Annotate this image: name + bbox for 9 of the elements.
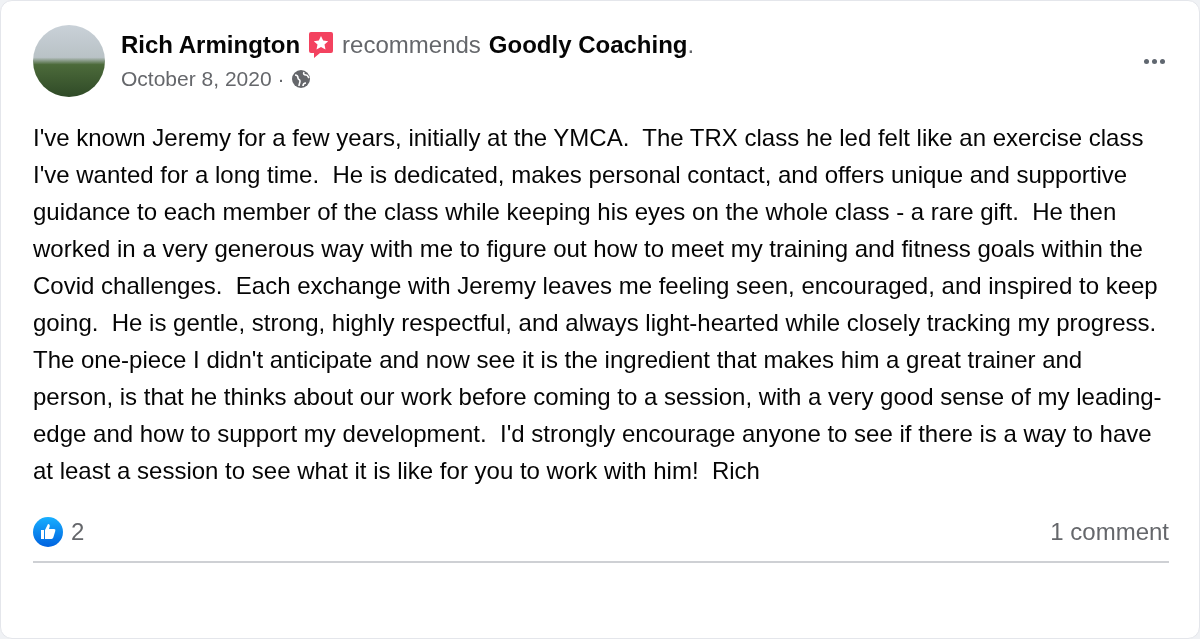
post-text: I've known Jeremy for a few years, initially at the YMCA. The TRX class he led felt like an exercise class I've wanted for a long time. He is dedicated, makes personal contact, and offers unique and supportive guidance to each member of the class while keeping his eyes on the whole class - a rare gift. He then worked in a very generous way with me to figure out how to meet my training and fitness goals within the Covid challenges. Each exchange with Jeremy leaves me feeling seen, encouraged, and inspired to keep going. He is gentle, strong, highly respectful, and always light-hearted while closely tracking my progress. The one-piece I didn't anticipate and now see it is the ingredient that makes him a great trainer and person, is that he thinks about our work before coming to a session, with a very good sense of my leading-edge and how to support my development. I'd strongly encourage anyone to see if there is a way to have at least a session to see what it is like for you to work with him! Rich xyxy=(33,123,1163,486)
comments-link[interactable]: 1 comment xyxy=(1050,518,1169,546)
like-count: 2 xyxy=(71,518,85,546)
author-name[interactable]: Rich Armington xyxy=(121,31,301,59)
separator-dot: · xyxy=(277,67,285,91)
post-date[interactable]: October 8, 2020 xyxy=(121,67,272,91)
recommends-text: recommends xyxy=(342,31,481,59)
page-name[interactable]: Goodly Coaching xyxy=(488,31,688,59)
period-text: . xyxy=(687,31,695,59)
